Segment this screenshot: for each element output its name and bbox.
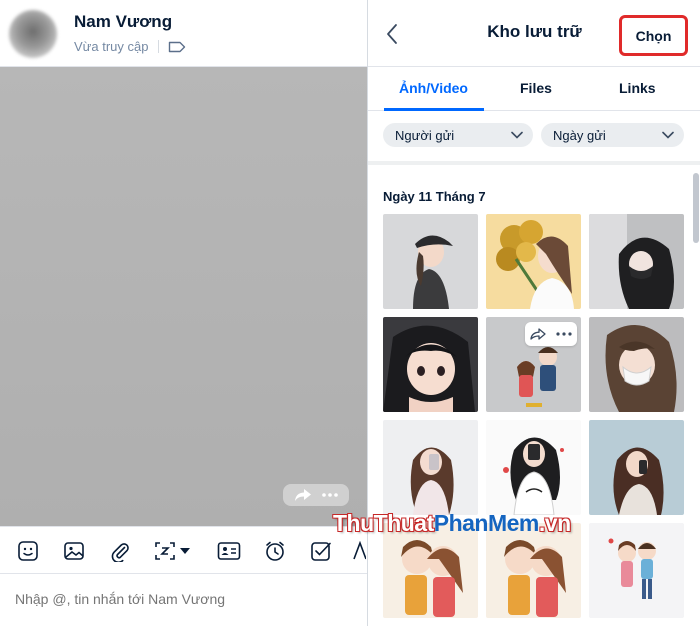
sticker-icon[interactable] — [16, 539, 40, 563]
date-group-label: Ngày 11 Tháng 7 — [383, 189, 486, 204]
contact-status: Vừa truy cập — [74, 39, 149, 54]
date-filter[interactable]: Ngày gửi — [541, 123, 684, 147]
conversation-area — [0, 67, 367, 526]
tab-photos-videos[interactable]: Ảnh/Video — [399, 80, 468, 96]
status-divider — [158, 40, 159, 53]
watermark-part-3: .vn — [538, 510, 571, 536]
date-filter-label: Ngày gửi — [553, 127, 606, 143]
sender-filter[interactable]: Người gửi — [383, 123, 533, 147]
media-thumbnail[interactable] — [383, 420, 478, 515]
media-thumbnail[interactable] — [383, 214, 478, 309]
watermark-part-2: PhanMem — [433, 510, 540, 536]
media-thumbnail[interactable] — [589, 523, 684, 618]
select-button[interactable]: Chọn — [619, 15, 688, 56]
media-thumbnail[interactable] — [486, 523, 581, 618]
image-icon[interactable] — [62, 539, 86, 563]
media-thumbnail[interactable] — [383, 523, 478, 618]
dropdown-caret-icon[interactable] — [178, 539, 192, 563]
reminder-clock-icon[interactable] — [263, 539, 287, 563]
task-check-icon[interactable] — [309, 539, 333, 563]
chat-header: Nam Vương Vừa truy cập — [0, 0, 367, 67]
forward-icon[interactable] — [294, 488, 312, 502]
text-format-icon[interactable] — [352, 539, 366, 563]
contact-card-icon[interactable] — [217, 539, 241, 563]
message-input[interactable] — [15, 591, 355, 607]
media-thumbnail[interactable] — [486, 214, 581, 309]
tab-files[interactable]: Files — [520, 80, 552, 96]
share-icon[interactable] — [530, 328, 546, 340]
contact-name[interactable]: Nam Vương — [74, 12, 172, 32]
storage-header: Kho lưu trữ Chọn — [368, 0, 700, 67]
chevron-down-icon — [511, 131, 523, 139]
media-thumbnail[interactable] — [589, 317, 684, 412]
more-options-icon[interactable] — [321, 492, 339, 498]
screenshot-icon[interactable] — [153, 539, 177, 563]
storage-tabs: Ảnh/Video Files Links — [368, 67, 700, 111]
media-gallery: Ngày 11 Tháng 7 — [368, 161, 700, 626]
watermark-part-1: ThuThuat — [333, 510, 434, 536]
avatar[interactable] — [9, 10, 57, 58]
media-thumbnail[interactable] — [589, 420, 684, 515]
media-thumbnail[interactable] — [589, 214, 684, 309]
chat-pane: Nam Vương Vừa truy cập — [0, 0, 367, 626]
media-hover-actions — [525, 322, 577, 346]
composer — [0, 574, 367, 626]
sender-filter-label: Người gửi — [395, 127, 455, 143]
message-actions — [283, 484, 349, 506]
scrollbar[interactable] — [693, 173, 699, 243]
media-thumbnail[interactable] — [383, 317, 478, 412]
media-thumbnail[interactable] — [486, 317, 581, 412]
more-options-icon[interactable] — [556, 332, 572, 336]
composer-toolbar — [0, 526, 367, 574]
chevron-down-icon — [662, 131, 674, 139]
media-thumbnail[interactable] — [486, 420, 581, 515]
attachment-icon[interactable] — [108, 539, 132, 563]
filter-bar: Người gửi Ngày gửi — [368, 111, 700, 161]
watermark-logo: ThuThuatPhanMem.vn — [333, 510, 571, 537]
tab-links[interactable]: Links — [619, 80, 656, 96]
tag-icon[interactable] — [168, 41, 186, 53]
